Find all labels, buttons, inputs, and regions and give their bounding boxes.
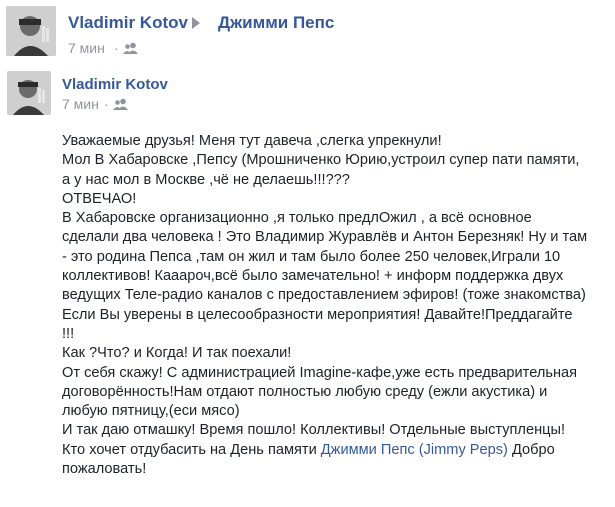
shared-to-arrow-icon	[192, 17, 200, 29]
post-body: Уважаемые друзья! Меня тут давеча ,слегк…	[62, 132, 610, 479]
post-line: сделали два человека ! Это Владимир Жура…	[62, 229, 588, 246]
post-line: коллективов! Кааароч,всё было замечатель…	[62, 268, 564, 285]
post-line-with-mention: Кто хочет отдубасить на День памяти Джим…	[62, 441, 610, 460]
post-line: а у нас мол в Москве ,чё не делаешь!!!??…	[62, 171, 350, 188]
post-line: От себя скажу! С администрацией Imagine-…	[62, 364, 578, 381]
post-line: И так даю отмашку! Время пошло! Коллекти…	[62, 422, 566, 439]
avatar-photo	[7, 71, 51, 115]
meta-separator: ·	[114, 40, 119, 56]
post-timestamp[interactable]: 7 мин	[68, 40, 105, 56]
post-line: Уважаемые друзья! Меня тут давеча ,слегк…	[62, 133, 442, 149]
post-line: - это родина Пепса ,там он жил и там был…	[62, 248, 561, 265]
post-author-name-link[interactable]: Vladimir Kotov	[62, 76, 168, 93]
post-timestamp[interactable]: 7 мин	[62, 96, 99, 112]
friends-icon[interactable]	[113, 98, 129, 110]
post-line: любую пятницу,(еси мясо)	[62, 403, 240, 420]
post-line: ведущих Теле-радио каналов с предоставле…	[62, 287, 586, 304]
post-text: Добро	[507, 441, 555, 458]
post-line: Если Вы уверены в целесообразности мероп…	[62, 306, 573, 323]
post-author-avatar[interactable]	[7, 71, 51, 115]
avatar-photo	[6, 6, 56, 56]
meta-separator: ·	[104, 96, 109, 112]
friends-icon[interactable]	[123, 42, 139, 54]
post-line: ОТВЕЧАО!	[62, 190, 137, 207]
post-line: договорённость!Нам отдают полностью любу…	[62, 383, 548, 400]
post-line: Мол В Хабаровске ,Пепсу (Мрошниченко Юри…	[62, 152, 580, 169]
post-line: В Хабаровске организационно ,я только пр…	[62, 210, 532, 227]
author-name-link[interactable]: Vladimir Kotov	[68, 13, 188, 33]
page-mention-link[interactable]: Джимми Пепс (Jimmy Peps)	[321, 442, 508, 458]
post-text: Кто хочет отдубасить на День памяти	[62, 441, 321, 458]
author-avatar[interactable]	[6, 6, 56, 56]
group-name-link[interactable]: Джимми Пепс	[218, 13, 334, 33]
post-line: !!!	[62, 325, 75, 342]
post-line: Как ?Что? и Когда! И так поехали!	[62, 345, 292, 362]
post-line: пожаловать!	[62, 461, 147, 478]
